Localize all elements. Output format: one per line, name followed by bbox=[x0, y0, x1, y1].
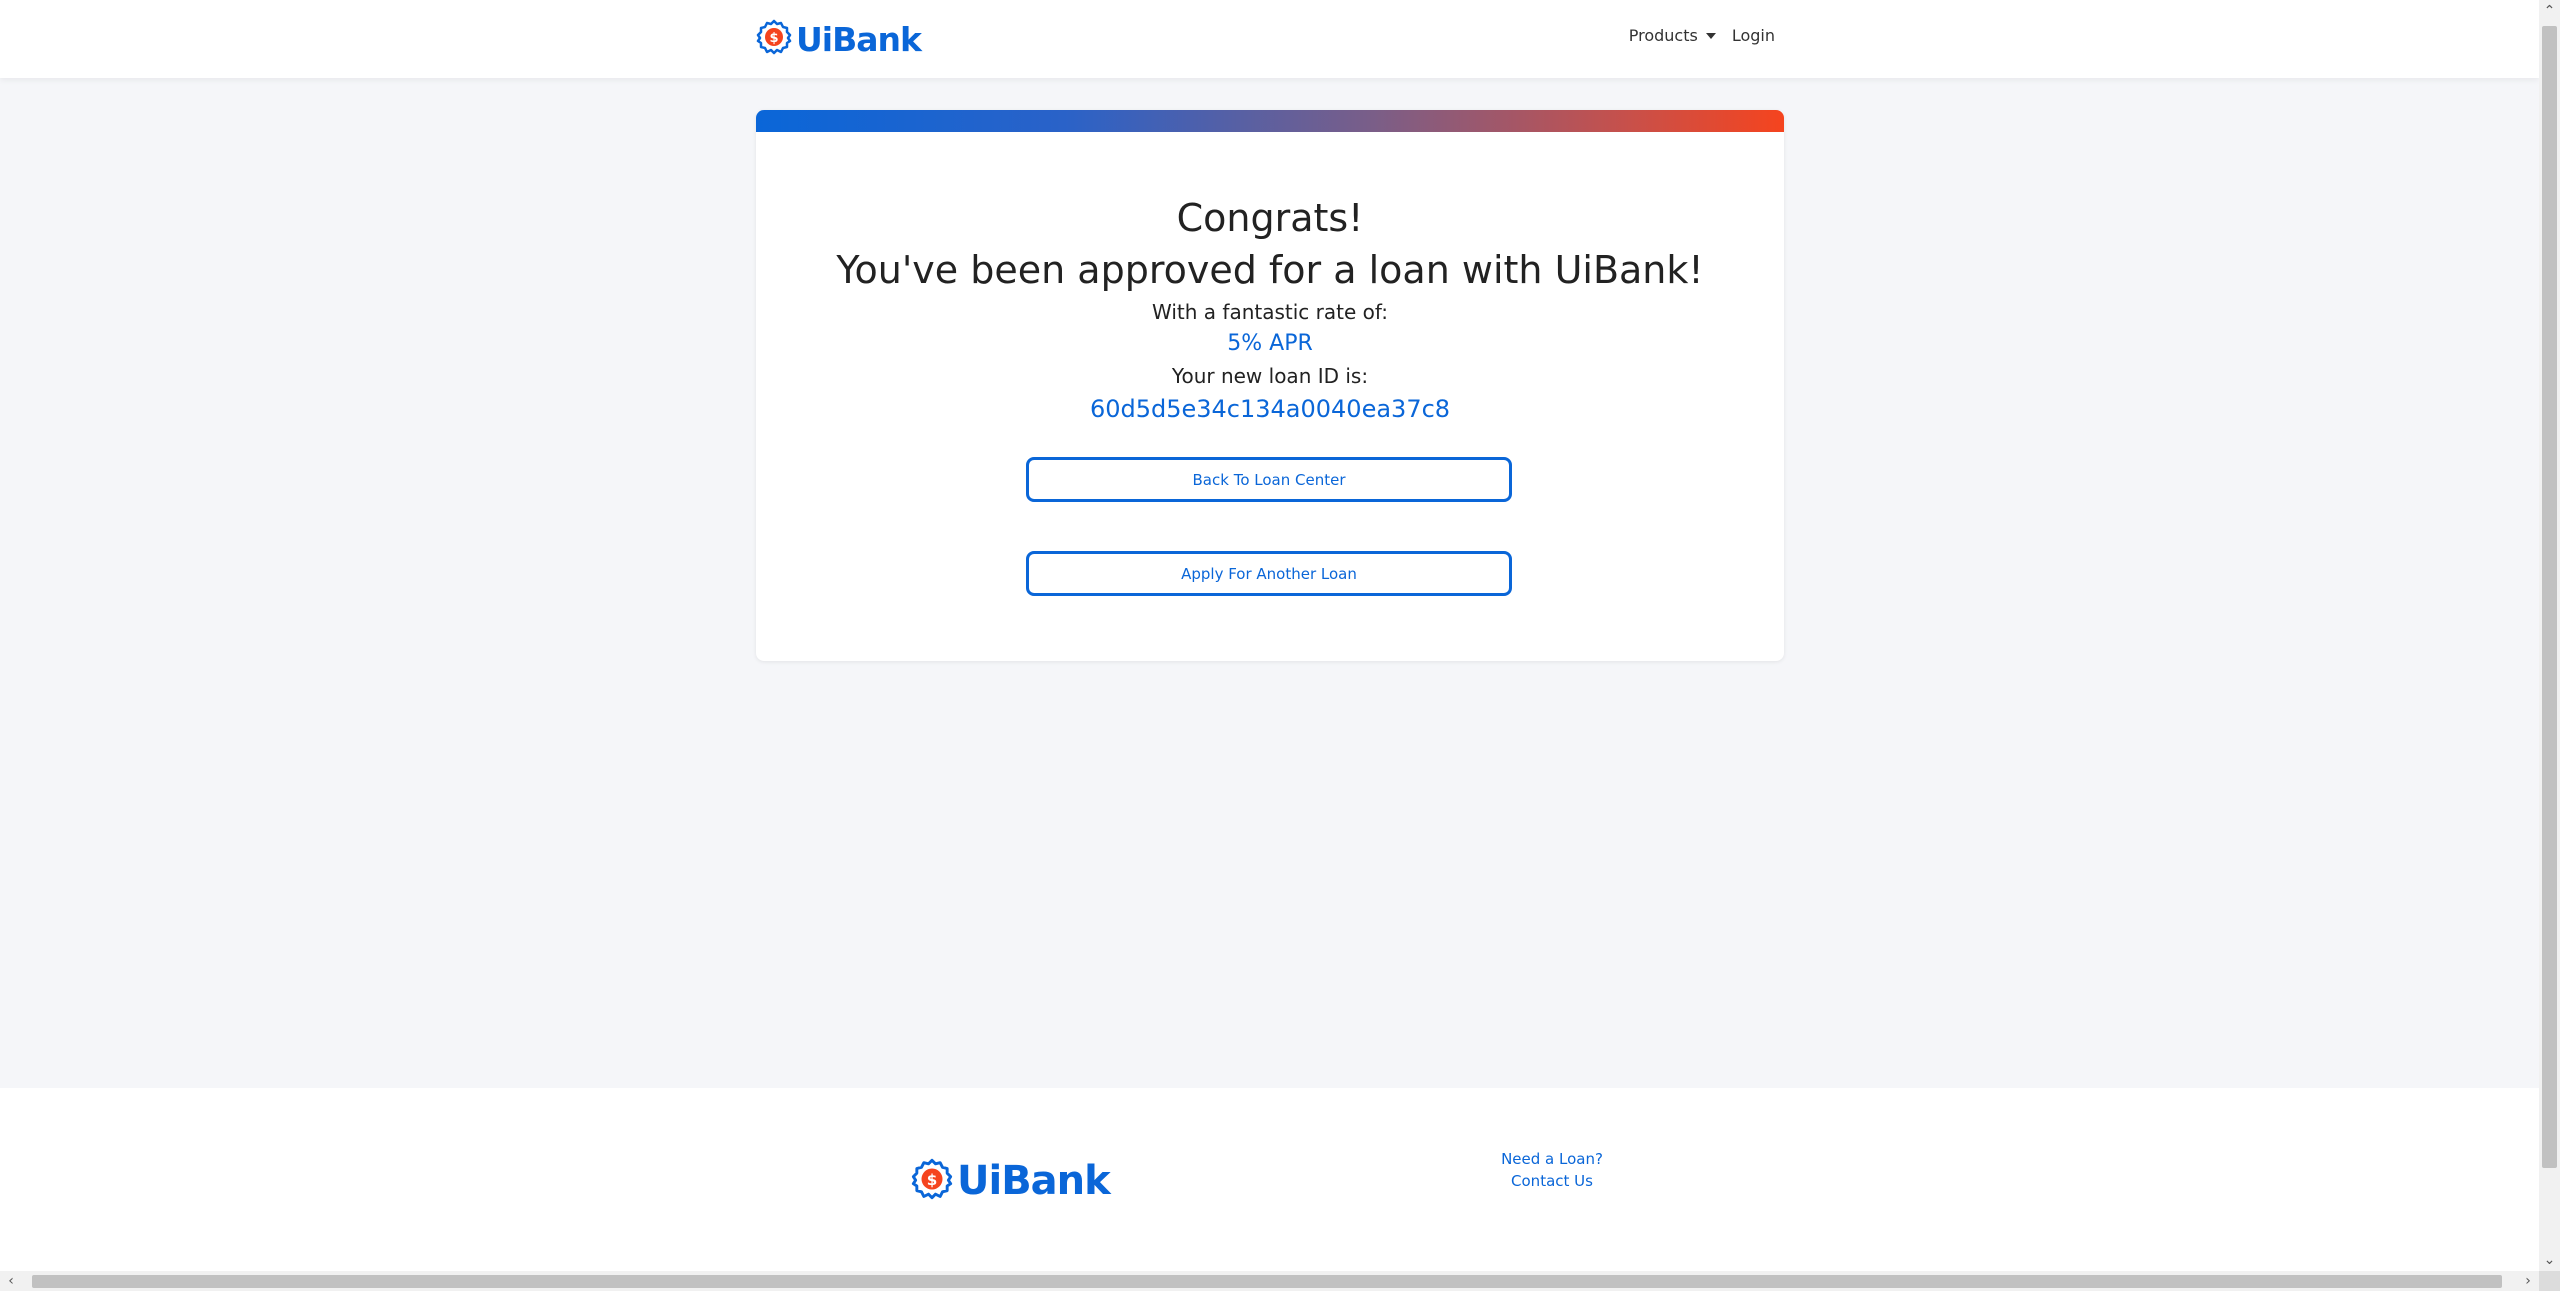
brand-name: UiBank bbox=[796, 19, 922, 59]
scroll-up-icon[interactable]: ⌃ bbox=[2539, 0, 2560, 22]
dollar-badge-icon: $ bbox=[911, 1158, 953, 1204]
navbar-brand-link[interactable]: $ UiBank bbox=[756, 18, 922, 60]
contact-us-link[interactable]: Contact Us bbox=[1460, 1170, 1644, 1192]
products-label: Products bbox=[1628, 26, 1698, 45]
page: $ UiBank Products Login Congrats! You've… bbox=[0, 0, 2539, 1271]
svg-text:$: $ bbox=[927, 1171, 938, 1189]
login-link[interactable]: Login bbox=[1732, 26, 1775, 45]
footer-links: Need a Loan? Contact Us bbox=[1460, 1148, 1644, 1192]
loan-approval-card: Congrats! You've been approved for a loa… bbox=[756, 110, 1784, 661]
rate-label: With a fantastic rate of: bbox=[1152, 300, 1388, 324]
dollar-badge-icon: $ bbox=[756, 19, 792, 59]
caret-down-icon bbox=[1705, 32, 1716, 39]
congrats-heading: Congrats! bbox=[1176, 196, 1364, 240]
scroll-right-icon[interactable]: › bbox=[2517, 1271, 2539, 1291]
back-to-loan-center-button[interactable]: Back To Loan Center bbox=[1026, 457, 1512, 502]
footer-brand-link[interactable]: $ UiBank bbox=[911, 1158, 1111, 1204]
loan-id-label: Your new loan ID is: bbox=[1171, 364, 1369, 388]
card-gradient-bar bbox=[756, 110, 1784, 132]
loan-id-value: 60d5d5e34c134a0040ea37c8 bbox=[1089, 395, 1451, 423]
navbar-menu: Products Login bbox=[1629, 26, 1775, 45]
need-a-loan-link[interactable]: Need a Loan? bbox=[1460, 1148, 1644, 1170]
horizontal-scrollbar[interactable]: ‹ › bbox=[0, 1271, 2539, 1291]
footer-brand-name: UiBank bbox=[957, 1158, 1111, 1204]
card-content: Congrats! You've been approved for a loa… bbox=[756, 192, 1784, 426]
approved-heading: You've been approved for a loan with UiB… bbox=[836, 248, 1704, 292]
products-dropdown[interactable]: Products bbox=[1629, 26, 1716, 45]
svg-text:$: $ bbox=[769, 31, 778, 46]
vertical-scrollbar[interactable]: ⌃ ⌄ bbox=[2539, 0, 2560, 1271]
vertical-scroll-thumb[interactable] bbox=[2542, 26, 2557, 1168]
navbar: $ UiBank Products Login bbox=[0, 0, 2539, 78]
footer: $ UiBank Need a Loan? Contact Us bbox=[0, 1088, 2539, 1271]
scroll-left-icon[interactable]: ‹ bbox=[0, 1271, 22, 1291]
rate-value: 5% APR bbox=[1227, 331, 1313, 356]
horizontal-scroll-thumb[interactable] bbox=[32, 1275, 2502, 1288]
apply-for-another-loan-button[interactable]: Apply For Another Loan bbox=[1026, 551, 1512, 596]
scrollbar-corner bbox=[2539, 1271, 2560, 1291]
scroll-down-icon[interactable]: ⌄ bbox=[2539, 1249, 2560, 1271]
